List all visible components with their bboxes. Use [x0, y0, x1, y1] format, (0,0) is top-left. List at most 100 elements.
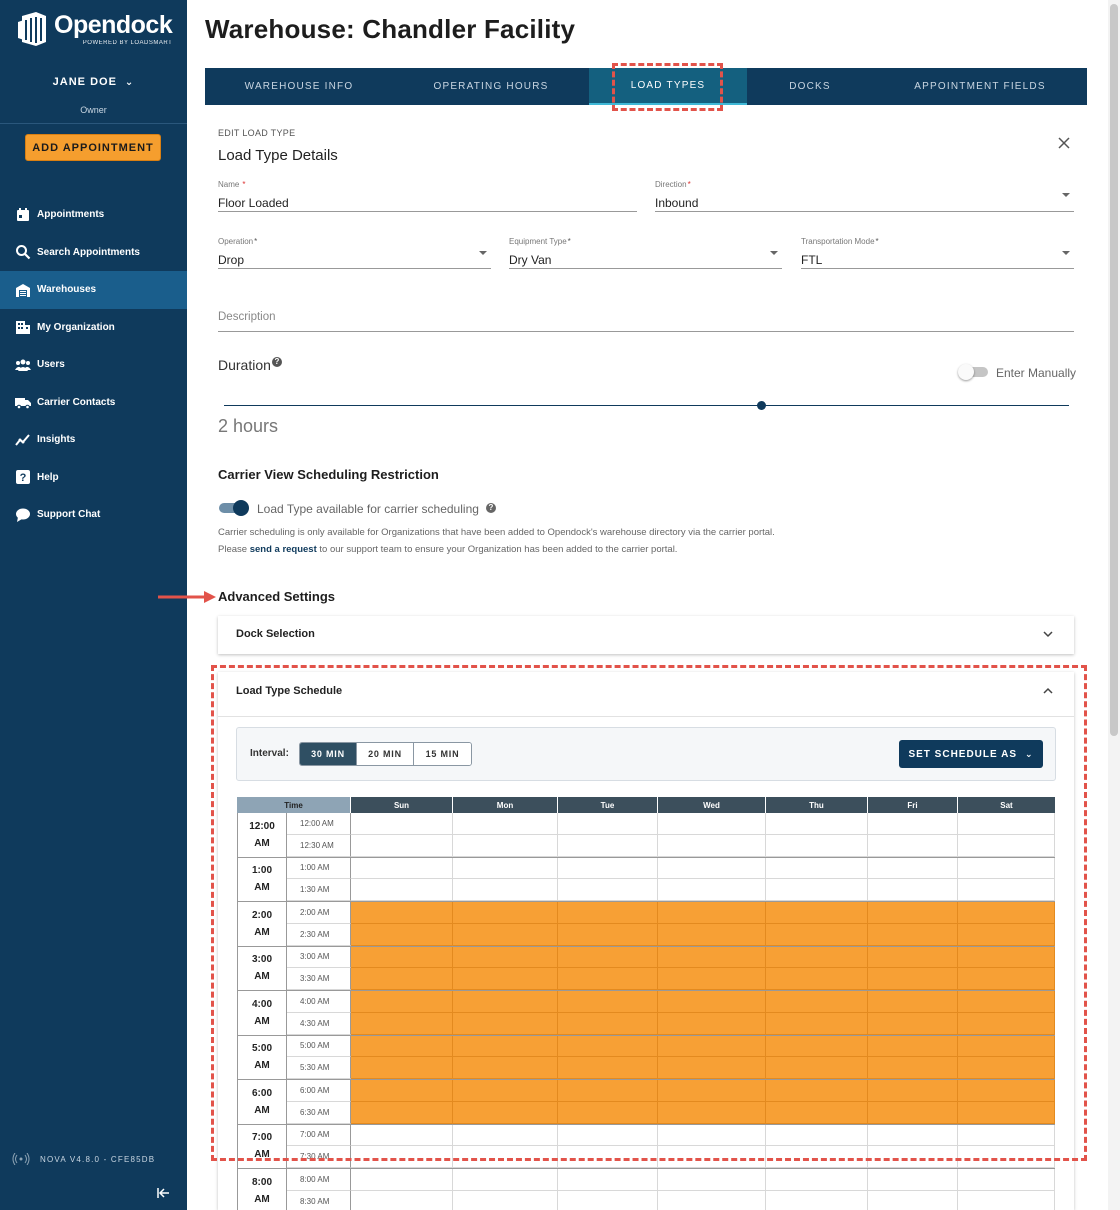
schedule-cell-mon[interactable]	[453, 834, 558, 857]
schedule-cell-mon[interactable]	[453, 991, 558, 1013]
schedule-cell-mon[interactable]	[453, 813, 558, 835]
collapse-sidebar-icon[interactable]	[156, 1186, 170, 1200]
tab-warehouse-info[interactable]: WAREHOUSE INFO	[205, 68, 393, 105]
schedule-cell-sat[interactable]	[958, 879, 1055, 901]
description-field[interactable]: Description	[218, 308, 1074, 332]
schedule-cell-wed[interactable]	[658, 813, 766, 835]
schedule-cell-thu[interactable]	[766, 879, 868, 901]
schedule-cell-sun[interactable]	[351, 991, 453, 1013]
schedule-cell-tue[interactable]	[558, 991, 658, 1013]
schedule-cell-sun[interactable]	[351, 857, 453, 880]
enter-manually-toggle[interactable]	[958, 364, 990, 380]
schedule-cell-sat[interactable]	[958, 857, 1055, 880]
sidebar-item-warehouses[interactable]: Warehouses	[0, 271, 187, 309]
schedule-cell-tue[interactable]	[558, 813, 658, 835]
schedule-cell-thu[interactable]	[766, 1035, 868, 1058]
schedule-cell-thu[interactable]	[766, 968, 868, 990]
schedule-cell-wed[interactable]	[658, 1146, 766, 1168]
schedule-cell-mon[interactable]	[453, 1057, 558, 1079]
close-icon[interactable]	[1057, 136, 1071, 150]
schedule-cell-thu[interactable]	[766, 1124, 868, 1147]
schedule-cell-sat[interactable]	[958, 1057, 1055, 1079]
add-appointment-button[interactable]: ADD APPOINTMENT	[25, 134, 161, 161]
duration-slider[interactable]	[224, 405, 1069, 406]
schedule-cell-sat[interactable]	[958, 923, 1055, 946]
schedule-cell-thu[interactable]	[766, 1012, 868, 1035]
schedule-cell-wed[interactable]	[658, 1190, 766, 1210]
schedule-cell-mon[interactable]	[453, 1169, 558, 1191]
sidebar-item-search-appointments[interactable]: Search Appointments	[0, 234, 187, 272]
schedule-cell-wed[interactable]	[658, 1057, 766, 1079]
schedule-cell-fri[interactable]	[868, 902, 958, 924]
schedule-cell-wed[interactable]	[658, 1101, 766, 1124]
schedule-cell-tue[interactable]	[558, 834, 658, 857]
schedule-cell-thu[interactable]	[766, 1169, 868, 1191]
schedule-cell-fri[interactable]	[868, 1190, 958, 1210]
schedule-cell-fri[interactable]	[868, 1101, 958, 1124]
schedule-cell-thu[interactable]	[766, 813, 868, 835]
schedule-cell-sun[interactable]	[351, 946, 453, 969]
schedule-cell-sat[interactable]	[958, 1035, 1055, 1058]
schedule-cell-sun[interactable]	[351, 1146, 453, 1168]
duration-slider-thumb[interactable]	[757, 401, 766, 410]
schedule-cell-mon[interactable]	[453, 946, 558, 969]
schedule-cell-sat[interactable]	[958, 1080, 1055, 1102]
operation-select[interactable]: Operation* Drop	[218, 237, 491, 269]
sidebar-item-help[interactable]: ? Help	[0, 459, 187, 497]
schedule-cell-fri[interactable]	[868, 1169, 958, 1191]
schedule-cell-mon[interactable]	[453, 1012, 558, 1035]
page-scrollbar[interactable]	[1108, 0, 1120, 1210]
schedule-cell-mon[interactable]	[453, 968, 558, 990]
transportation-mode-select[interactable]: Transportation Mode* FTL	[801, 237, 1074, 269]
user-menu[interactable]: JANE DOE ⌄	[0, 76, 187, 88]
schedule-cell-sat[interactable]	[958, 1101, 1055, 1124]
schedule-cell-thu[interactable]	[766, 991, 868, 1013]
schedule-cell-tue[interactable]	[558, 879, 658, 901]
tab-operating-hours[interactable]: OPERATING HOURS	[393, 68, 589, 105]
help-icon[interactable]: ?	[486, 503, 496, 513]
schedule-cell-sun[interactable]	[351, 1080, 453, 1102]
schedule-cell-thu[interactable]	[766, 946, 868, 969]
schedule-cell-tue[interactable]	[558, 902, 658, 924]
schedule-cell-tue[interactable]	[558, 1169, 658, 1191]
name-field[interactable]: Name * Floor Loaded	[218, 180, 637, 212]
schedule-cell-tue[interactable]	[558, 923, 658, 946]
schedule-cell-mon[interactable]	[453, 1080, 558, 1102]
schedule-cell-sun[interactable]	[351, 879, 453, 901]
schedule-cell-tue[interactable]	[558, 1146, 658, 1168]
schedule-cell-thu[interactable]	[766, 1080, 868, 1102]
dock-selection-panel[interactable]: Dock Selection	[218, 616, 1074, 654]
schedule-cell-tue[interactable]	[558, 1080, 658, 1102]
schedule-cell-sat[interactable]	[958, 834, 1055, 857]
schedule-cell-tue[interactable]	[558, 1012, 658, 1035]
schedule-cell-fri[interactable]	[868, 1124, 958, 1147]
sidebar-item-carrier-contacts[interactable]: Carrier Contacts	[0, 384, 187, 422]
schedule-cell-tue[interactable]	[558, 1190, 658, 1210]
schedule-cell-sun[interactable]	[351, 902, 453, 924]
schedule-cell-sun[interactable]	[351, 1057, 453, 1079]
schedule-cell-tue[interactable]	[558, 1101, 658, 1124]
schedule-cell-sat[interactable]	[958, 1169, 1055, 1191]
schedule-cell-wed[interactable]	[658, 1169, 766, 1191]
schedule-cell-fri[interactable]	[868, 991, 958, 1013]
schedule-cell-fri[interactable]	[868, 1146, 958, 1168]
scrollbar-thumb[interactable]	[1110, 4, 1118, 736]
schedule-cell-fri[interactable]	[868, 879, 958, 901]
schedule-cell-tue[interactable]	[558, 1124, 658, 1147]
schedule-cell-fri[interactable]	[868, 968, 958, 990]
schedule-cell-tue[interactable]	[558, 946, 658, 969]
schedule-cell-mon[interactable]	[453, 879, 558, 901]
interval-30-min-button[interactable]: 30 MIN	[300, 743, 357, 765]
schedule-cell-wed[interactable]	[658, 879, 766, 901]
tab-appointment-fields[interactable]: APPOINTMENT FIELDS	[873, 68, 1087, 105]
schedule-cell-sun[interactable]	[351, 1035, 453, 1058]
schedule-cell-wed[interactable]	[658, 1124, 766, 1147]
schedule-cell-wed[interactable]	[658, 902, 766, 924]
schedule-cell-mon[interactable]	[453, 1035, 558, 1058]
schedule-cell-sun[interactable]	[351, 834, 453, 857]
schedule-cell-thu[interactable]	[766, 857, 868, 880]
schedule-cell-sat[interactable]	[958, 902, 1055, 924]
schedule-cell-mon[interactable]	[453, 923, 558, 946]
interval-20-min-button[interactable]: 20 MIN	[357, 743, 414, 765]
schedule-cell-fri[interactable]	[868, 1035, 958, 1058]
